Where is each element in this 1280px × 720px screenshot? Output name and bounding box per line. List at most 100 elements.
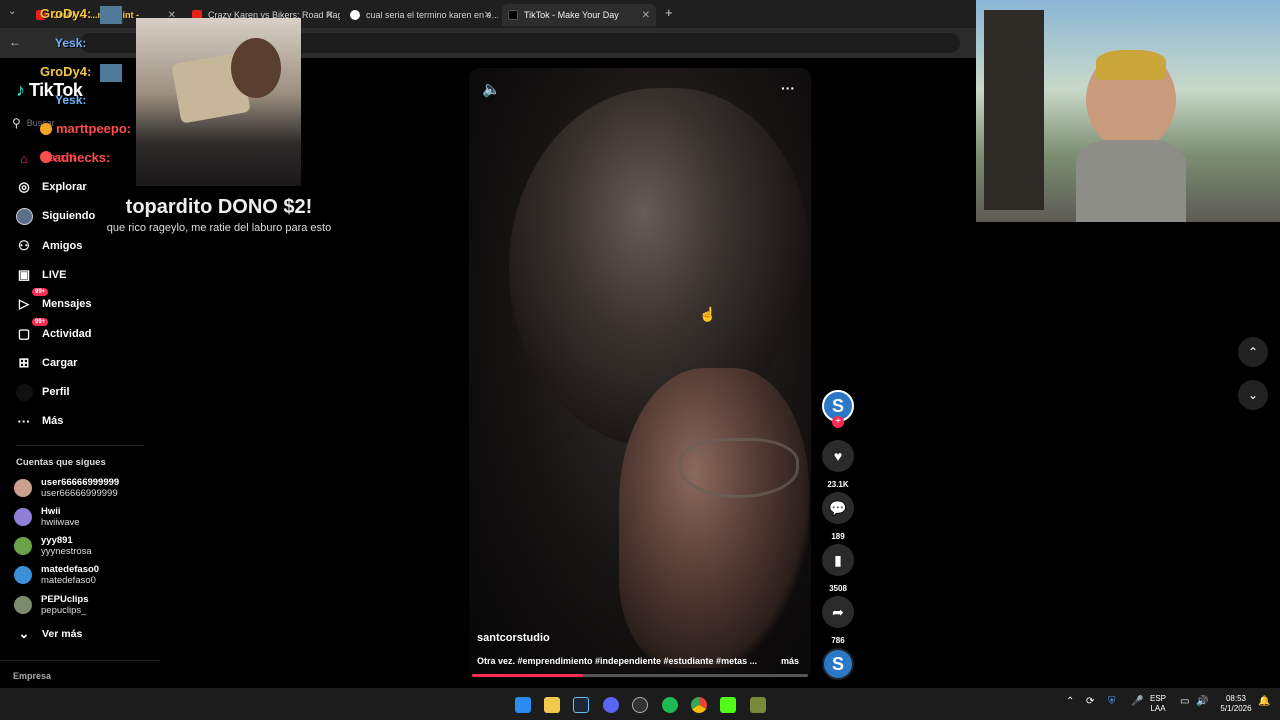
- sound-disc-icon: S: [822, 648, 854, 680]
- spotify-icon[interactable]: [662, 697, 678, 713]
- language-indicator[interactable]: ESP LAA: [1150, 694, 1166, 714]
- followed-account[interactable]: PEPUclips pepuclips_: [14, 591, 89, 619]
- nav-amigos[interactable]: ⚇ Amigos: [14, 235, 82, 257]
- share-button[interactable]: ➦ 786: [822, 596, 854, 645]
- nav-label: Explorar: [42, 181, 87, 193]
- see-more-button[interactable]: ⌄ Ver más: [14, 623, 83, 645]
- account-username: matedefaso0: [41, 575, 96, 586]
- tiktok-icon: [508, 10, 518, 20]
- chrome-icon[interactable]: [691, 697, 707, 713]
- volume-tray-icon[interactable]: 🔊: [1196, 697, 1208, 707]
- close-tab-icon[interactable]: ✕: [484, 10, 492, 21]
- volume-icon[interactable]: 🔈: [482, 80, 501, 98]
- close-tab-icon[interactable]: ✕: [326, 10, 334, 21]
- nav-label: Amigos: [42, 240, 83, 252]
- more-options-icon[interactable]: ···: [781, 80, 795, 96]
- tab-list-chevron-icon[interactable]: ⌄: [8, 6, 16, 17]
- clock-time: 08:53: [1225, 694, 1247, 703]
- nav-mas[interactable]: ··· Más: [14, 410, 64, 432]
- search-icon: ⚲: [12, 116, 21, 130]
- save-button[interactable]: ▮ 3508: [822, 544, 854, 593]
- nav-label: Cargar: [42, 357, 78, 369]
- clock[interactable]: 08:53 5/1/2026: [1214, 694, 1258, 714]
- obs-icon[interactable]: [632, 697, 648, 713]
- chevron-down-icon: ⌄: [1247, 388, 1259, 402]
- new-tab-button[interactable]: +: [665, 5, 673, 20]
- home-icon: ⌂: [20, 150, 28, 166]
- follow-plus-icon[interactable]: +: [832, 416, 844, 428]
- tab-4-active[interactable]: TikTok - Make Your Day ✕: [502, 4, 656, 26]
- sound-disc-button[interactable]: S: [822, 648, 854, 680]
- minecraft-icon[interactable]: [750, 697, 766, 713]
- footer-divider: [0, 660, 160, 661]
- video-author[interactable]: santcorstudio: [477, 632, 550, 644]
- account-username: hwiiwave: [41, 517, 80, 528]
- following-section-title: Cuentas que sigues: [16, 457, 106, 468]
- video-caption: Otra vez. #emprendimiento #independiente…: [477, 656, 758, 666]
- comment-button[interactable]: 💬 189: [822, 492, 854, 541]
- like-button[interactable]: ♥ 23.1K: [822, 440, 854, 489]
- nav-cargar[interactable]: ⊞ Cargar: [14, 352, 78, 374]
- account-username: pepuclips_: [41, 605, 87, 616]
- steam-icon[interactable]: [573, 697, 589, 713]
- account-name: matedefaso0: [41, 564, 100, 575]
- video-progress-bar[interactable]: [472, 674, 808, 677]
- notification-bell-icon[interactable]: 🔔: [1258, 697, 1270, 707]
- file-explorer-icon[interactable]: [544, 697, 560, 713]
- language-layout: LAA: [1150, 704, 1166, 713]
- tab-3[interactable]: cual seria el termino karen en e... ✕: [344, 4, 498, 26]
- tiktok-note-icon: ♪: [16, 80, 25, 100]
- next-video-button[interactable]: ⌄: [1238, 380, 1268, 410]
- previous-video-button[interactable]: ⌃: [1238, 337, 1268, 367]
- google-icon: [350, 10, 360, 20]
- avatar: [14, 508, 32, 526]
- account-name: user66666999999: [41, 477, 120, 488]
- security-shield-icon[interactable]: ⛨: [1108, 697, 1116, 707]
- kick-icon[interactable]: [720, 697, 736, 713]
- emote-image: [100, 64, 122, 82]
- author-avatar-button[interactable]: S +: [822, 390, 854, 428]
- chat-user: GroDy4:: [40, 64, 92, 79]
- sync-icon[interactable]: ⟳: [1086, 697, 1094, 707]
- microphone-icon[interactable]: 🎤: [1131, 697, 1143, 707]
- nav-live[interactable]: ▣ LIVE: [14, 264, 67, 286]
- emote-icon: [40, 123, 52, 135]
- tray-overflow-chevron-icon[interactable]: ⌃: [1066, 697, 1074, 707]
- nav-explorar[interactable]: ◎ Explorar: [14, 176, 87, 198]
- avatar: [14, 596, 32, 614]
- chat-user: GroDy4:: [40, 6, 92, 21]
- chevron-up-icon: ⌃: [1247, 345, 1259, 359]
- network-icon[interactable]: ▭: [1180, 697, 1189, 707]
- nav-perfil[interactable]: Perfil: [14, 381, 70, 403]
- video-player[interactable]: 🔈 ··· ☝ santcorstudio Otra vez. #emprend…: [469, 68, 811, 678]
- footer-empresa-link[interactable]: Empresa: [13, 671, 51, 681]
- avatar: [14, 566, 32, 584]
- language-code: ESP: [1150, 694, 1167, 703]
- nav-label: Perfil: [42, 386, 70, 398]
- emote-icon: [40, 151, 52, 163]
- windows-start-icon[interactable]: [515, 697, 531, 713]
- followed-account[interactable]: yyy891 yyynestrosa: [14, 532, 92, 560]
- nav-actividad[interactable]: ▢ 99+ Actividad: [14, 318, 92, 345]
- following-icon: [14, 206, 34, 226]
- window-frame: [984, 10, 1044, 210]
- followed-account[interactable]: Hwii hwiiwave: [14, 503, 80, 531]
- save-count: 3508: [829, 584, 847, 593]
- tab-title: TikTok - Make Your Day: [524, 10, 619, 20]
- emote-image: [100, 6, 122, 24]
- cursor-icon: ☝: [699, 306, 717, 322]
- followed-account[interactable]: user66666999999 user66666999999: [14, 474, 119, 502]
- discord-icon[interactable]: [603, 697, 619, 713]
- friends-icon: ⚇: [18, 238, 30, 253]
- close-tab-icon[interactable]: ✕: [642, 10, 650, 21]
- followed-account[interactable]: matedefaso0 matedefaso0: [14, 561, 99, 589]
- profile-icon: [14, 382, 34, 402]
- donation-title: topardito DONO $2!: [125, 196, 313, 218]
- nav-label: Más: [42, 415, 64, 427]
- nav-mensajes[interactable]: ▷ 99+ Mensajes: [14, 288, 92, 315]
- notification-badge: 99+: [32, 318, 49, 326]
- stream-clip-overlay: [136, 18, 301, 186]
- caption-more-link[interactable]: más: [781, 656, 799, 666]
- back-arrow-icon[interactable]: ←: [9, 35, 21, 49]
- account-username: yyynestrosa: [41, 546, 92, 557]
